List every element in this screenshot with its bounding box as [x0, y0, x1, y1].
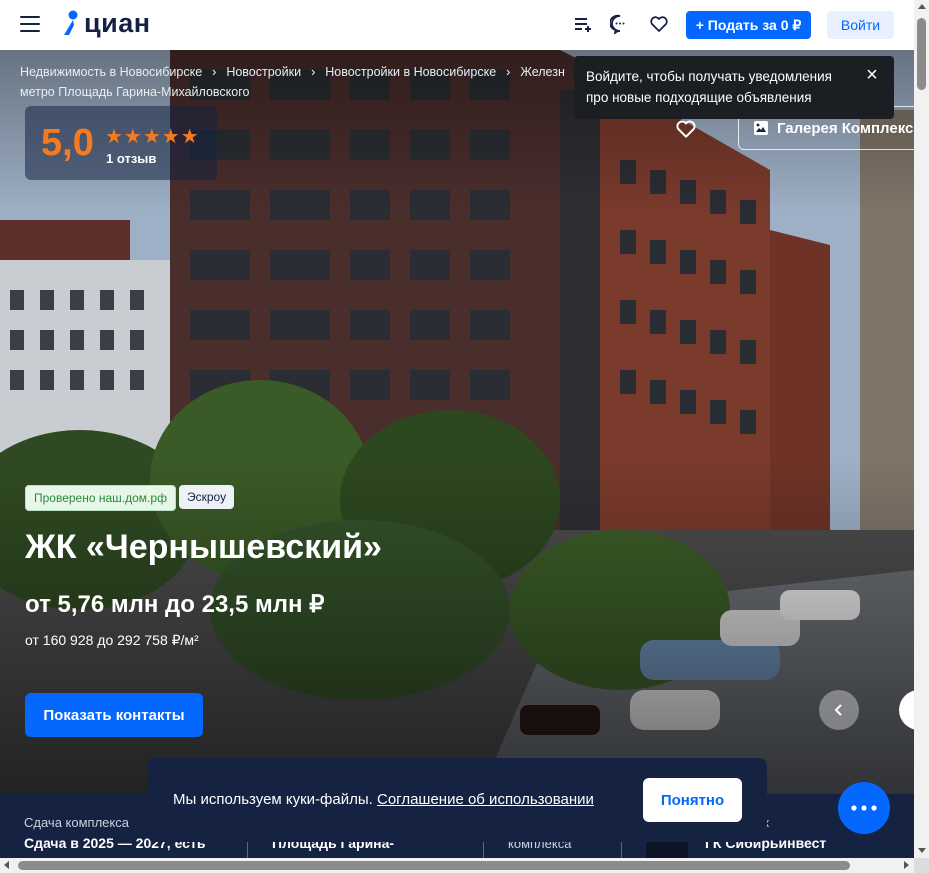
- breadcrumb-item[interactable]: Железн: [520, 65, 565, 79]
- page-title: ЖК «Чернышевский»: [25, 528, 382, 566]
- breadcrumb-item[interactable]: Новостройки в Новосибирске: [325, 65, 496, 79]
- cookie-agreement-link[interactable]: Соглашение об использовании: [377, 791, 594, 808]
- escrow-badge[interactable]: Эскроу: [179, 485, 235, 509]
- rating-stars-icon: ★★★★★: [105, 126, 200, 148]
- developer-logo: [646, 842, 688, 858]
- scroll-down-icon[interactable]: [918, 848, 926, 853]
- cookie-banner: Мы используем куки-файлы. Соглашение об …: [147, 758, 767, 842]
- favorites-heart-icon[interactable]: [649, 14, 669, 34]
- rating-score: 5,0: [41, 122, 94, 164]
- favorite-heart-icon[interactable]: [675, 118, 697, 140]
- login-notification-tooltip: Войдите, чтобы получать уведомления про …: [574, 56, 894, 119]
- gallery-button-label: Галерея Комплекс: [777, 119, 914, 137]
- show-contacts-button[interactable]: Показать контакты: [25, 693, 203, 737]
- cookie-message: Мы используем куки-файлы.: [173, 791, 373, 808]
- chevron-right-icon: ›: [506, 65, 511, 79]
- rating-card[interactable]: 5,0 ★★★★★ 1 отзыв: [25, 106, 217, 180]
- chat-support-button[interactable]: [838, 782, 890, 834]
- compare-list-icon[interactable]: [573, 14, 593, 34]
- price-range: от 5,76 млн до 23,5 млн ₽: [25, 591, 325, 618]
- logo-pin-icon: [64, 10, 78, 35]
- chevron-right-icon: ›: [311, 65, 316, 79]
- breadcrumb-item[interactable]: Недвижимость в Новосибирске: [20, 65, 202, 79]
- logo[interactable]: циан: [62, 7, 151, 39]
- vertical-scroll-thumb[interactable]: [917, 18, 926, 90]
- vertical-scrollbar[interactable]: [914, 0, 929, 858]
- more-dots-icon: [851, 805, 877, 811]
- price-per-m2: от 160 928 до 292 758 ₽/м²: [25, 632, 199, 648]
- scroll-left-icon[interactable]: [4, 861, 9, 869]
- cookie-accept-button[interactable]: Понятно: [643, 778, 742, 822]
- verified-badge[interactable]: Проверено наш.дом.рф: [25, 485, 176, 511]
- horizontal-scroll-thumb[interactable]: [18, 861, 850, 870]
- reviews-count[interactable]: 1 отзыв: [106, 151, 156, 166]
- breadcrumb-metro[interactable]: метро Площадь Гарина-Михайловского: [20, 85, 249, 99]
- hero-gallery[interactable]: Недвижимость в Новосибирске › Новостройки ›…: [0, 50, 914, 794]
- image-icon: [754, 121, 768, 135]
- post-ad-button[interactable]: + Подать за 0 ₽: [686, 11, 811, 39]
- chevron-left-icon: [834, 704, 842, 716]
- cookie-text: Мы используем куки-файлы. Соглашение об …: [173, 791, 594, 808]
- login-button[interactable]: Войти: [827, 11, 894, 39]
- site-header: циан + Подать за 0 ₽ Войти: [0, 0, 914, 50]
- chat-icon[interactable]: [609, 14, 630, 36]
- breadcrumb-item[interactable]: Новостройки: [226, 65, 301, 79]
- logo-text: циан: [84, 7, 151, 38]
- delivery-label: Сдача комплекса: [24, 815, 129, 830]
- scroll-right-icon[interactable]: [904, 861, 909, 869]
- gallery-prev-button[interactable]: [819, 690, 859, 730]
- horizontal-scrollbar[interactable]: [0, 858, 914, 873]
- chevron-right-icon: ›: [212, 65, 217, 79]
- scrollbar-corner: [914, 858, 929, 873]
- scroll-up-icon[interactable]: [918, 4, 926, 9]
- breadcrumb: Недвижимость в Новосибирске › Новостройки ›…: [20, 62, 580, 102]
- menu-icon[interactable]: [20, 16, 40, 32]
- close-icon[interactable]: ×: [862, 65, 882, 85]
- tooltip-text: Войдите, чтобы получать уведомления про …: [586, 69, 832, 105]
